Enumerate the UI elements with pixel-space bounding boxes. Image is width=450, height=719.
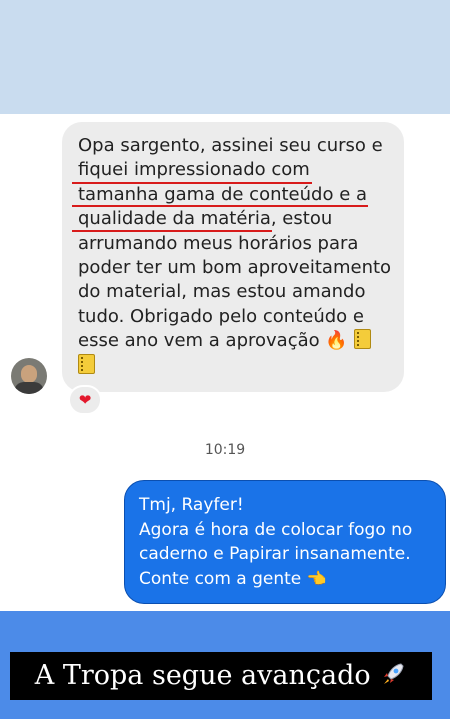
incoming-line-10 xyxy=(78,353,388,378)
underline-highlight-2 xyxy=(72,205,368,207)
outgoing-line-2: Agora é hora de colocar fogo no xyxy=(139,519,413,540)
notebook-emoji-icon xyxy=(353,329,371,350)
message-timestamp: 10:19 xyxy=(204,442,246,458)
rocket-icon xyxy=(384,663,404,684)
underline-highlight-1 xyxy=(72,182,312,184)
incoming-line-6: poder ter um bom aproveitamento xyxy=(78,257,392,279)
outgoing-line-1: Tmj, Rayfer! xyxy=(139,495,244,515)
outgoing-line-3: caderno e Papirar insanamente. xyxy=(139,544,411,565)
caption-banner-text-row: A Tropa segue avançado xyxy=(10,652,432,700)
incoming-line-9-text: esse ano vem a aprovação xyxy=(78,330,320,352)
heart-reaction-icon[interactable]: ❤ xyxy=(68,385,102,415)
avatar-shirt xyxy=(14,382,44,394)
incoming-line-4: qualidade da matéria, estou xyxy=(78,207,388,231)
incoming-line-1: Opa sargento, assinei seu curso e xyxy=(78,135,383,156)
incoming-line-9: esse ano vem a aprovação 🔥 xyxy=(78,329,388,353)
notebook-emoji-icon xyxy=(78,353,95,374)
outgoing-line-4-text: Conte com a gente xyxy=(139,568,302,589)
outgoing-line-4: Conte com a gente 👈 xyxy=(139,567,431,592)
sender-avatar[interactable] xyxy=(11,358,47,394)
top-background-band xyxy=(0,0,450,114)
incoming-line-4-highlighted: qualidade da matéria xyxy=(78,208,271,230)
incoming-line-4-rest: , estou xyxy=(270,208,333,230)
fire-emoji-icon: 🔥 xyxy=(325,330,348,352)
incoming-line-8: tudo. Obrigado pelo conteúdo e xyxy=(78,305,364,327)
incoming-line-5: arrumando meus horários para xyxy=(78,232,359,254)
incoming-line-7: do material, mas estou amando xyxy=(78,281,366,303)
avatar-face xyxy=(21,365,37,383)
outgoing-message-bubble[interactable]: Tmj, Rayfer! Agora é hora de colocar fog… xyxy=(124,480,446,604)
caption-banner: A Tropa segue avançado xyxy=(10,652,432,700)
caption-banner-text: A Tropa segue avançado xyxy=(34,660,371,691)
underline-highlight-3 xyxy=(72,230,272,232)
incoming-message-bubble[interactable]: Opa sargento, assinei seu curso e fiquei… xyxy=(62,122,404,392)
incoming-line-3: tamanha gama de conteúdo e a xyxy=(78,183,368,205)
incoming-line-2: fiquei impressionado com xyxy=(78,159,310,181)
backhand-pointing-emoji-icon: 👈 xyxy=(306,568,327,588)
